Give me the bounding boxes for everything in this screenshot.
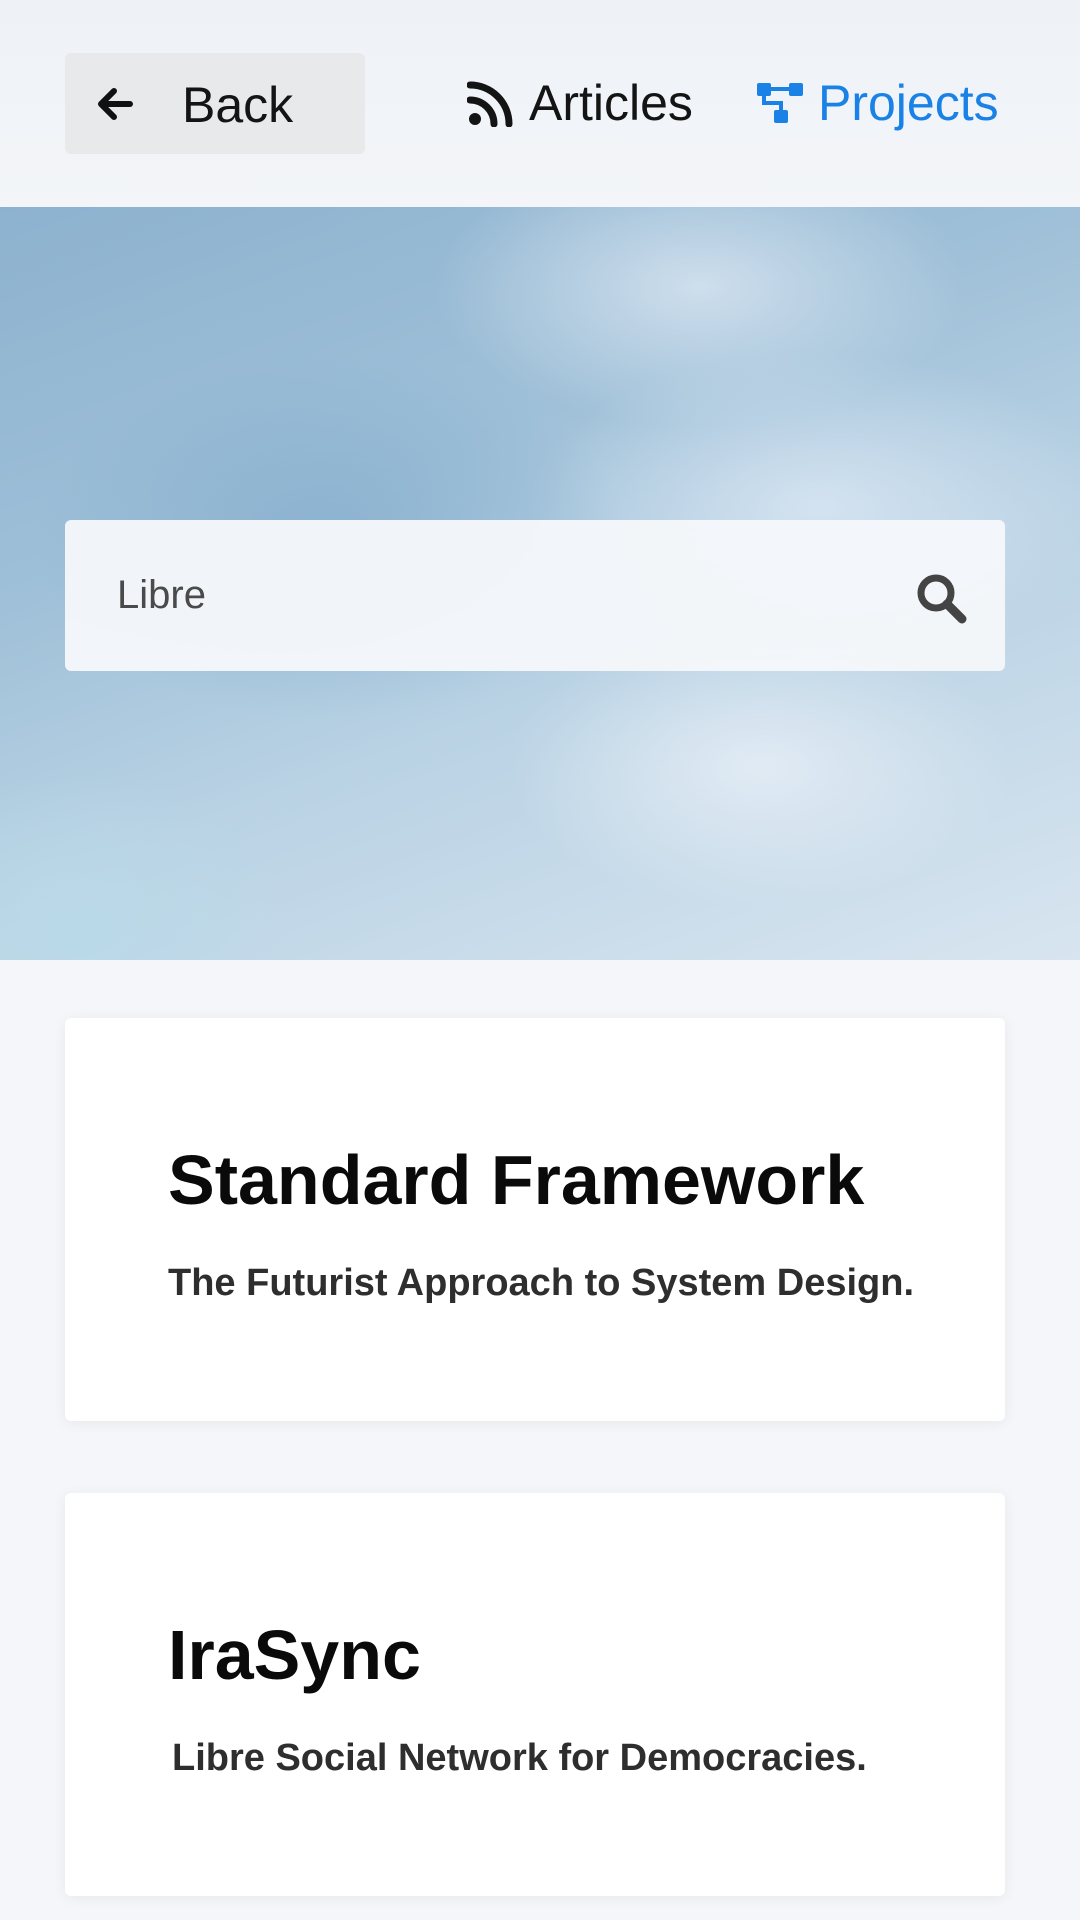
hero-banner	[0, 207, 1080, 960]
search-bar	[65, 520, 1005, 671]
project-card[interactable]: Standard Framework The Futurist Approach…	[65, 1018, 1005, 1421]
project-description: Libre Social Network for Democracies.	[172, 1737, 867, 1779]
nav-link-articles[interactable]: Articles	[467, 70, 693, 136]
nav-link-projects[interactable]: Projects	[756, 70, 999, 136]
rss-icon	[467, 81, 513, 127]
top-navigation: Back Articles Projects	[0, 0, 1080, 207]
project-title: IraSync	[168, 1616, 421, 1694]
search-input[interactable]	[65, 520, 925, 671]
search-icon	[917, 574, 967, 624]
project-card[interactable]: IraSync Libre Social Network for Democra…	[65, 1493, 1005, 1896]
project-title: Standard Framework	[168, 1141, 865, 1219]
search-button[interactable]	[915, 572, 967, 624]
nav-link-articles-label: Articles	[529, 75, 693, 131]
sitemap-icon	[757, 83, 803, 123]
back-button-label: Back	[182, 77, 294, 133]
arrow-left-icon	[98, 88, 133, 120]
project-description: The Futurist Approach to System Design.	[168, 1262, 915, 1304]
back-button[interactable]: Back	[65, 53, 365, 154]
nav-link-projects-label: Projects	[818, 75, 999, 131]
